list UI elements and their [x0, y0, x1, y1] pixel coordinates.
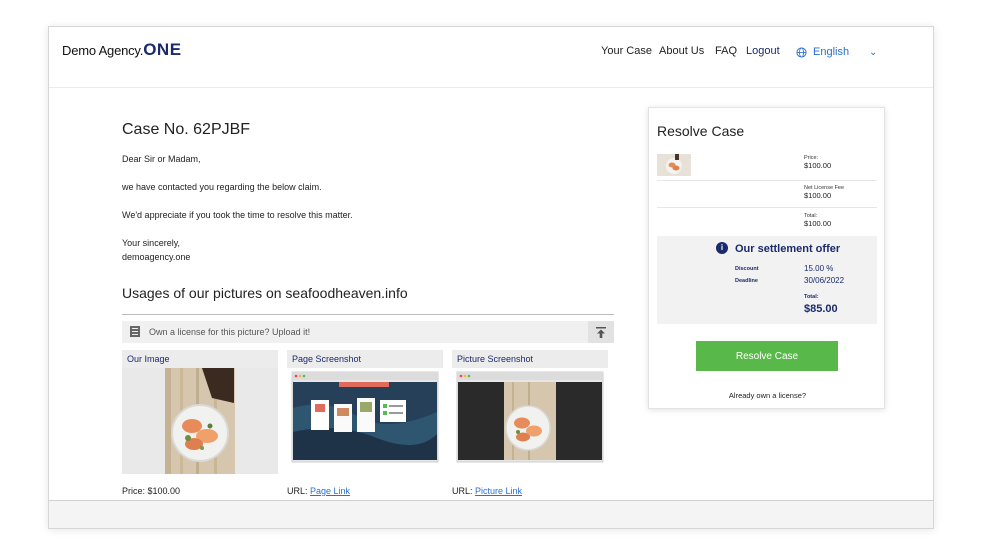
divider [122, 314, 614, 315]
picture-url: URL: Picture Link [452, 486, 608, 496]
language-label: English [813, 46, 850, 58]
picture-screenshot-column: Picture Screenshot URL: Picture Link [452, 350, 608, 496]
price-text: Price: $100.00 [122, 486, 181, 496]
picture-screenshot-header: Picture Screenshot [452, 350, 608, 368]
usages-title: Usages of our pictures on seafoodheaven.… [122, 285, 408, 301]
seafood-photo [165, 368, 235, 474]
language-selector[interactable]: English [796, 46, 849, 58]
url-label: URL: [287, 486, 308, 496]
divider [657, 207, 877, 208]
page-url: URL: Page Link [287, 486, 443, 496]
page-link[interactable]: Page Link [310, 486, 350, 496]
total-value: $100.00 [804, 219, 832, 228]
net-fee-row: Net License Fee $100.00 [804, 184, 844, 200]
resolve-case-panel: Resolve Case Price: $100.00 Net License … [648, 107, 885, 409]
already-own-license-link[interactable]: Already own a license? [649, 391, 886, 400]
net-fee-value: $100.00 [804, 191, 832, 200]
settlement-offer: i Our settlement offer Discount 15.00 % … [657, 236, 877, 324]
upload-license-text: Own a license for this picture? Upload i… [149, 327, 311, 337]
our-image-column: Our Image Price: $100.00 [122, 350, 278, 496]
picture-link[interactable]: Picture Link [475, 486, 522, 496]
page-screenshot-header: Page Screenshot [287, 350, 443, 368]
discount-label: Discount [735, 266, 759, 272]
resolve-title: Resolve Case [657, 123, 745, 139]
offer-total-label: Total: [804, 294, 819, 300]
image-thumbnail [657, 154, 691, 176]
chevron-down-icon[interactable]: ⌄ [869, 47, 877, 58]
picture-screenshot-image [456, 371, 604, 463]
picture-screenshot[interactable] [452, 368, 608, 474]
page-screenshot[interactable] [287, 368, 443, 474]
logo[interactable]: Demo Agency.ONE [62, 40, 182, 60]
upload-icon [596, 326, 606, 338]
offer-title: i Our settlement offer [716, 242, 841, 255]
closing: Your sincerely, [122, 238, 181, 248]
price-value: $100.00 [804, 161, 832, 170]
page-screenshot-image [291, 371, 439, 463]
bottom-bar [49, 500, 933, 528]
discount-value: 15.00 % [804, 264, 834, 273]
nav-logout[interactable]: Logout [746, 45, 780, 57]
logo-text: Demo Agency. [62, 43, 144, 58]
deadline-value: 30/06/2022 [804, 276, 845, 285]
case-title: Case No. 62PJBF [122, 121, 251, 138]
offer-title-text: Our settlement offer [735, 243, 841, 255]
nav-faq[interactable]: FAQ [715, 45, 737, 57]
nav-your-case[interactable]: Your Case [601, 45, 652, 57]
document-icon [130, 326, 140, 337]
greeting: Dear Sir or Madam, [122, 154, 201, 164]
upload-button[interactable] [588, 321, 614, 343]
price-row: Price: $100.00 [804, 154, 831, 170]
page-screenshot-column: Page Screenshot URL: Page Link [287, 350, 443, 496]
url-label: URL: [452, 486, 473, 496]
divider [657, 180, 877, 181]
site-header: Demo Agency.ONE Your Case About Us FAQ L… [49, 27, 933, 88]
nav-about-us[interactable]: About Us [659, 45, 704, 57]
upload-license-bar[interactable]: Own a license for this picture? Upload i… [122, 321, 614, 343]
letter-line-2: We'd appreciate if you took the time to … [122, 210, 353, 220]
globe-icon [796, 46, 807, 58]
info-icon: i [716, 242, 728, 254]
offer-total-value: $85.00 [804, 303, 838, 315]
browser-frame: Demo Agency.ONE Your Case About Us FAQ L… [48, 26, 934, 529]
logo-brand: ONE [143, 40, 182, 59]
letter-line-1: we have contacted you regarding the belo… [122, 182, 322, 192]
signature: demoagency.one [122, 252, 191, 262]
resolve-case-button[interactable]: Resolve Case [696, 341, 838, 371]
our-image-header: Our Image [122, 350, 278, 368]
our-image[interactable] [122, 368, 278, 474]
deadline-label: Deadline [735, 278, 758, 284]
total-row: Total: $100.00 [804, 212, 831, 228]
